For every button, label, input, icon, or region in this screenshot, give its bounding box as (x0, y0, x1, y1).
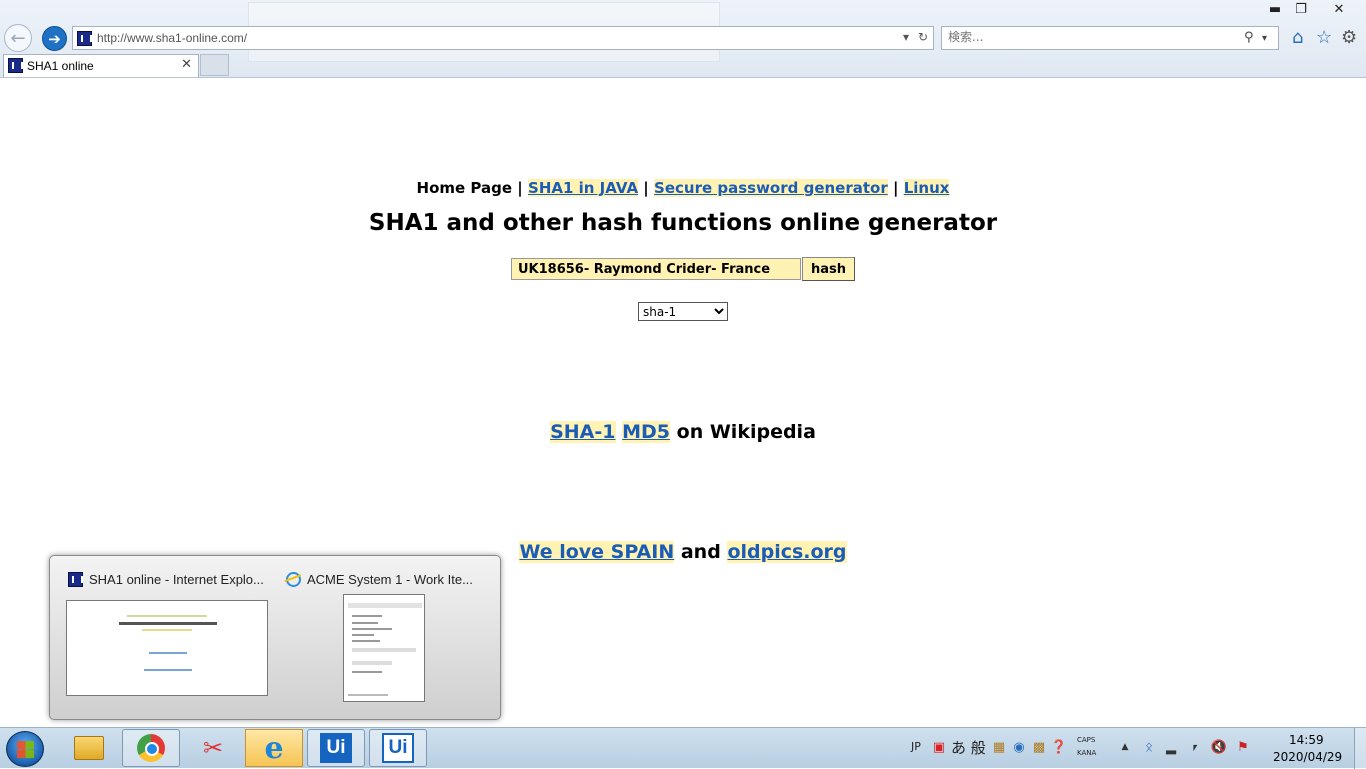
taskbar-file-explorer[interactable] (60, 729, 118, 767)
close-window-icon[interactable]: ✕ (1326, 0, 1352, 18)
show-desktop-button[interactable] (1354, 728, 1366, 769)
address-bar[interactable]: http://www.sha1-online.com/ ▾ ↻ (72, 26, 934, 50)
minimize-icon[interactable]: ▬ (1262, 0, 1288, 18)
browser-chrome: ← ➔ http://www.sha1-online.com/ ▾ ↻ ⚲ ▾ … (0, 0, 1366, 78)
volume-muted-icon[interactable]: 🔇 (1211, 739, 1227, 755)
sha1-wiki-link[interactable]: SHA-1 (550, 421, 616, 443)
restore-icon[interactable]: ❐ (1288, 0, 1314, 18)
folder-icon (74, 736, 104, 760)
ime-dictionary-icon[interactable]: ▦ (991, 739, 1007, 755)
windows-taskbar: ✂ e Ui Ui JP ▣ あ 般 ▦ ◉ ▩ ❓ CAPS KANA ▲ ᛟ… (0, 727, 1366, 769)
taskbar-uipath-robot[interactable]: Ui (369, 729, 427, 767)
nav-link-linux[interactable]: Linux (903, 179, 950, 197)
hash-text-input[interactable] (511, 258, 801, 280)
help-icon[interactable]: ❓ (1051, 739, 1067, 755)
action-center-flag-icon[interactable]: ⚑ (1235, 739, 1251, 755)
system-tray: JP ▣ あ 般 ▦ ◉ ▩ ❓ CAPS KANA ▲ ᛟ ▂ ⎖ 🔇 ⚑ 1… (905, 728, 1366, 769)
tab-favicon-icon (8, 58, 23, 73)
wiki-suffix: on Wikipedia (676, 421, 816, 443)
ime-tools-icon[interactable]: ◉ (1011, 739, 1027, 755)
back-arrow-icon: ← (10, 27, 26, 49)
address-url[interactable]: http://www.sha1-online.com/ (97, 31, 247, 45)
taskbar-thumbnail-preview: SHA1 online - Internet Explo... ACME Sys… (49, 555, 501, 720)
clock-time[interactable]: 14:59 (1289, 733, 1324, 747)
page-title: SHA1 and other hash functions online gen… (368, 210, 998, 236)
thumbnail-sha1-page[interactable] (66, 600, 268, 696)
internet-explorer-icon: e (264, 730, 284, 766)
power-plug-icon[interactable]: ⎖ (1187, 739, 1203, 755)
scissors-icon: ✂ (202, 734, 224, 762)
bluetooth-icon[interactable]: ᛟ (1141, 739, 1157, 755)
thumbnail-acme-page[interactable] (343, 594, 425, 702)
network-signal-icon[interactable]: ▂ (1163, 739, 1179, 755)
clock-date[interactable]: 2020/04/29 (1273, 750, 1342, 764)
ime-mode[interactable]: あ 般 (951, 737, 986, 758)
taskbar-chrome[interactable] (122, 729, 180, 767)
sha1-favicon-icon (68, 572, 83, 587)
browser-tab[interactable]: SHA1 online ✕ (3, 54, 199, 77)
promo-conjunction: and (680, 541, 721, 563)
address-dropdown-icon[interactable]: ▾ (903, 30, 909, 44)
nav-separator: | (892, 179, 899, 197)
nav-separator: | (643, 179, 649, 197)
search-input[interactable] (948, 30, 1238, 44)
taskbar-snipping-tool[interactable]: ✂ (184, 729, 242, 767)
algorithm-select[interactable]: sha-1 (638, 302, 728, 321)
site-favicon-icon (77, 31, 92, 46)
nav-link-sha1-java[interactable]: SHA1 in JAVA (528, 179, 639, 197)
nav-link-password-generator[interactable]: Secure password generator (654, 179, 888, 197)
preview-item-sha1[interactable]: SHA1 online - Internet Explo... (68, 572, 264, 587)
preview-title-sha1: SHA1 online - Internet Explo... (89, 572, 264, 587)
search-icon[interactable]: ⚲ (1244, 30, 1254, 45)
preview-title-acme: ACME System 1 - Work Ite... (307, 572, 473, 587)
ime-toolbar-icon[interactable]: ▣ (931, 739, 947, 755)
tab-close-icon[interactable]: ✕ (181, 57, 192, 72)
tab-title: SHA1 online (27, 59, 94, 73)
md5-wiki-link[interactable]: MD5 (622, 421, 671, 443)
forward-button[interactable]: ➔ (42, 26, 67, 51)
taskbar-uipath-studio[interactable]: Ui (307, 729, 365, 767)
refresh-icon[interactable]: ↻ (918, 30, 928, 44)
home-icon[interactable]: ⌂ (1292, 27, 1303, 48)
new-tab-button[interactable] (200, 54, 229, 76)
site-nav: Home Page | SHA1 in JAVA | Secure passwo… (0, 179, 1366, 197)
caps-indicator: CAPS (1077, 736, 1096, 744)
search-box[interactable]: ⚲ ▾ (941, 26, 1279, 50)
taskbar-internet-explorer[interactable]: e (245, 729, 303, 767)
search-dropdown-icon[interactable]: ▾ (1262, 33, 1267, 44)
favorites-star-icon[interactable]: ☆ (1316, 27, 1332, 48)
spain-link[interactable]: We love SPAIN (519, 541, 675, 563)
ime-pad-icon[interactable]: ▩ (1031, 739, 1047, 755)
settings-gear-icon[interactable]: ⚙ (1341, 27, 1357, 48)
back-button[interactable]: ← (4, 24, 32, 52)
preview-item-acme[interactable]: ACME System 1 - Work Ite... (286, 572, 473, 587)
start-button[interactable] (6, 731, 44, 767)
language-indicator[interactable]: JP (911, 740, 921, 753)
kana-indicator: KANA (1077, 749, 1097, 757)
nav-separator: | (517, 179, 523, 197)
show-hidden-icons-icon[interactable]: ▲ (1117, 739, 1133, 755)
chrome-icon (137, 734, 165, 762)
nav-home: Home Page (416, 179, 513, 197)
hash-button[interactable]: hash (802, 257, 855, 281)
forward-arrow-icon: ➔ (48, 29, 61, 48)
internet-explorer-icon (286, 572, 301, 587)
uipath-robot-icon: Ui (382, 733, 414, 763)
wikipedia-line: SHA-1 MD5 on Wikipedia (0, 421, 1366, 443)
uipath-studio-icon: Ui (320, 733, 352, 763)
oldpics-link[interactable]: oldpics.org (727, 541, 847, 563)
